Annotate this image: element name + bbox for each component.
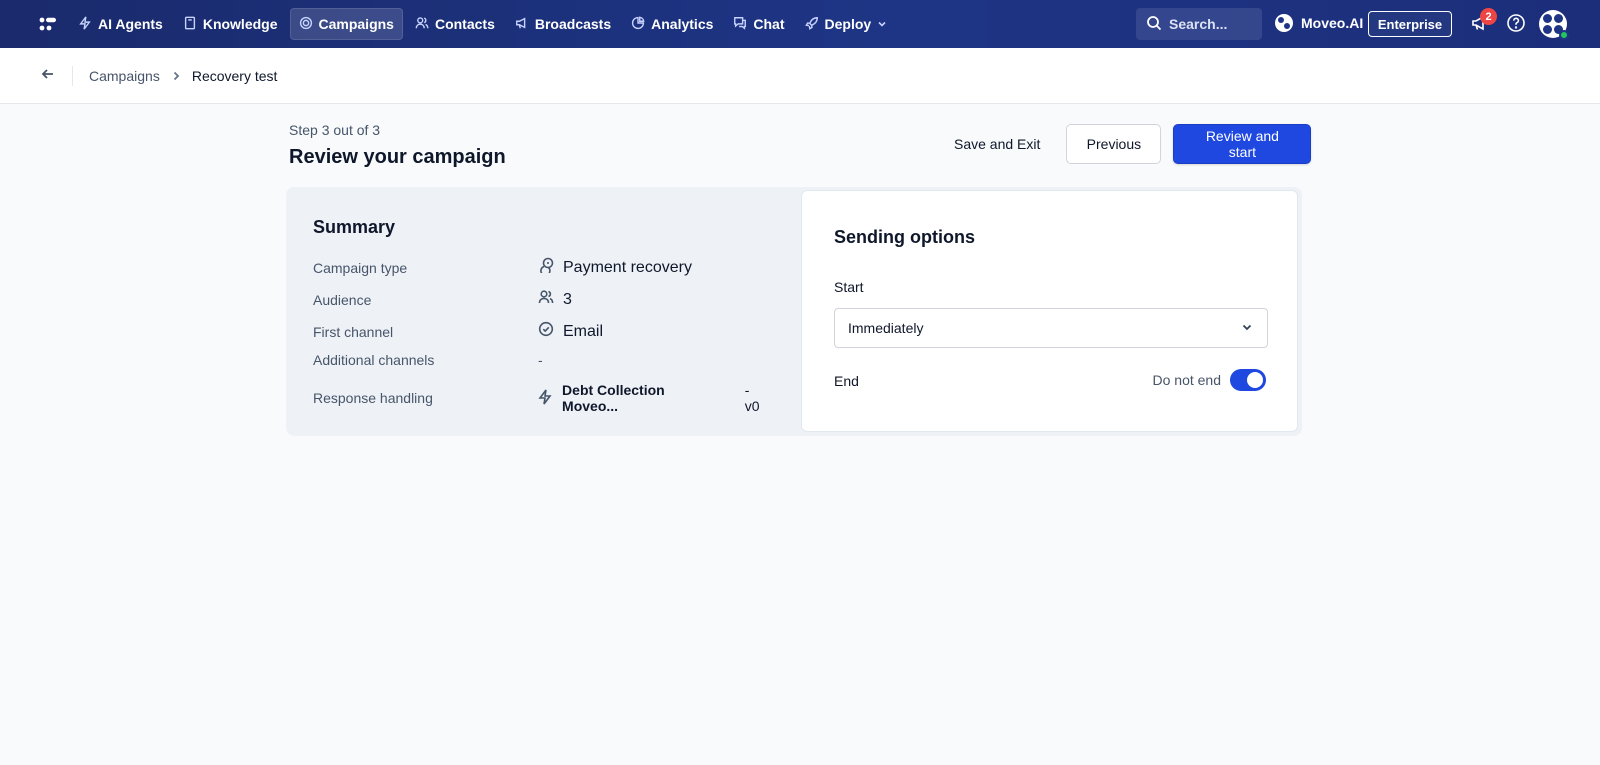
chat-icon bbox=[733, 16, 747, 33]
summary-row-campaign-type: Campaign type Payment recovery bbox=[313, 257, 768, 278]
chevron-down-icon bbox=[1240, 320, 1254, 337]
nav-item-contacts[interactable]: Contacts bbox=[407, 8, 503, 40]
start-label: Start bbox=[834, 279, 864, 295]
start-select[interactable]: Immediately bbox=[834, 308, 1268, 348]
summary-row-additional-channels: Additional channels - bbox=[313, 352, 768, 368]
megaphone-icon bbox=[515, 16, 529, 33]
breadcrumb-current: Recovery test bbox=[191, 67, 278, 84]
summary-value: Email bbox=[538, 321, 603, 342]
top-nav-bar: AI Agents Knowledge Campaigns Contacts B… bbox=[0, 0, 1600, 48]
first-channel-value: Email bbox=[563, 322, 604, 340]
org-logo-icon bbox=[1275, 14, 1293, 32]
summary-label: Response handling bbox=[313, 390, 433, 406]
nav-item-deploy[interactable]: Deploy bbox=[797, 8, 896, 40]
org-name: Moveo.AI bbox=[1301, 15, 1364, 31]
header-actions: Save and Exit Previous Review and start bbox=[940, 124, 1312, 164]
search-input[interactable]: Search... bbox=[1136, 8, 1262, 40]
plan-badge[interactable]: Enterprise bbox=[1368, 11, 1452, 37]
search-icon bbox=[1146, 15, 1162, 34]
sending-options-title: Sending options bbox=[834, 227, 975, 247]
search-placeholder: Search... bbox=[1169, 16, 1228, 32]
audience-value: 3 bbox=[563, 290, 572, 308]
back-button[interactable] bbox=[36, 64, 60, 88]
summary-value: Debt Collection Moveo... - v0 bbox=[537, 382, 768, 414]
page-title: Review your campaign bbox=[289, 146, 506, 168]
do-not-end-toggle[interactable] bbox=[1230, 369, 1266, 391]
summary-value: 3 bbox=[538, 289, 572, 310]
chevron-down-icon bbox=[877, 16, 887, 32]
summary-label: Additional channels bbox=[313, 352, 435, 368]
previous-button[interactable]: Previous bbox=[1066, 124, 1162, 164]
notifications-button[interactable]: 2 bbox=[1468, 8, 1497, 36]
rocket-icon bbox=[804, 16, 819, 33]
summary-label: First channel bbox=[313, 323, 394, 340]
summary-title: Summary bbox=[313, 217, 396, 237]
org-switcher[interactable]: Moveo.AI bbox=[1275, 14, 1363, 32]
main-nav: AI Agents Knowledge Campaigns Contacts B… bbox=[70, 8, 895, 40]
nav-item-label: Analytics bbox=[651, 16, 714, 32]
nav-item-knowledge[interactable]: Knowledge bbox=[175, 8, 286, 40]
chevron-right-icon bbox=[170, 70, 182, 82]
end-toggle-group: Do not end bbox=[1152, 369, 1266, 391]
summary-label: Audience bbox=[313, 291, 372, 308]
campaign-type-value: Payment recovery bbox=[563, 258, 692, 276]
summary-row-response-handling: Response handling Debt Collection Moveo.… bbox=[313, 382, 768, 414]
nav-item-analytics[interactable]: Analytics bbox=[623, 8, 721, 40]
users-icon bbox=[538, 289, 554, 310]
help-button[interactable] bbox=[1504, 12, 1528, 36]
breadcrumb-link-campaigns[interactable]: Campaigns bbox=[89, 68, 160, 84]
bolt-icon bbox=[537, 389, 553, 408]
bolt-icon bbox=[78, 15, 92, 33]
pie-chart-icon bbox=[631, 16, 645, 33]
app-logo-icon[interactable] bbox=[24, 0, 72, 48]
end-toggle-label: Do not end bbox=[1152, 372, 1222, 388]
book-icon bbox=[183, 16, 197, 33]
end-label: End bbox=[834, 373, 859, 389]
step-indicator: Step 3 out of 3 bbox=[289, 122, 381, 138]
nav-item-campaigns[interactable]: Campaigns bbox=[289, 8, 403, 40]
notification-count-badge: 2 bbox=[1480, 8, 1497, 25]
response-handling-value: Debt Collection Moveo... bbox=[562, 382, 665, 414]
campaign-icon bbox=[299, 16, 313, 33]
online-status-dot bbox=[1559, 30, 1569, 40]
start-select-value: Immediately bbox=[848, 320, 924, 336]
summary-value: Payment recovery bbox=[538, 257, 692, 278]
nav-item-label: Broadcasts bbox=[534, 16, 612, 32]
response-handling-version: - v0 bbox=[744, 382, 760, 414]
check-circle-icon bbox=[538, 321, 554, 342]
nav-item-label: Knowledge bbox=[202, 16, 278, 32]
breadcrumb: Campaigns Recovery test bbox=[0, 48, 1600, 104]
summary-row-first-channel: First channel Email bbox=[313, 321, 768, 342]
divider bbox=[72, 65, 73, 86]
nav-item-chat[interactable]: Chat bbox=[725, 8, 792, 40]
nav-item-ai-agents[interactable]: AI Agents bbox=[70, 8, 171, 40]
sending-options-panel: Sending options Start Immediately End Do… bbox=[801, 190, 1298, 432]
nav-item-label: Campaigns bbox=[318, 16, 394, 32]
campaign-review-card: Summary Campaign type Payment recovery A… bbox=[286, 187, 1302, 436]
nav-item-label: Chat bbox=[753, 16, 785, 32]
users-icon bbox=[415, 16, 429, 33]
arrow-left-icon bbox=[40, 66, 56, 85]
save-and-exit-button[interactable]: Save and Exit bbox=[940, 124, 1054, 164]
nav-item-label: Contacts bbox=[434, 16, 495, 32]
nav-item-label: Deploy bbox=[824, 16, 872, 32]
additional-channels-value: - bbox=[538, 352, 543, 368]
summary-label: Campaign type bbox=[313, 259, 408, 276]
nav-item-label: AI Agents bbox=[98, 16, 163, 32]
help-icon bbox=[1506, 13, 1526, 36]
avatar[interactable] bbox=[1539, 10, 1569, 40]
nav-item-broadcasts[interactable]: Broadcasts bbox=[507, 8, 619, 40]
summary-row-audience: Audience 3 bbox=[313, 289, 768, 310]
payment-recovery-icon bbox=[538, 257, 554, 278]
review-and-start-button[interactable]: Review and start bbox=[1173, 124, 1312, 164]
